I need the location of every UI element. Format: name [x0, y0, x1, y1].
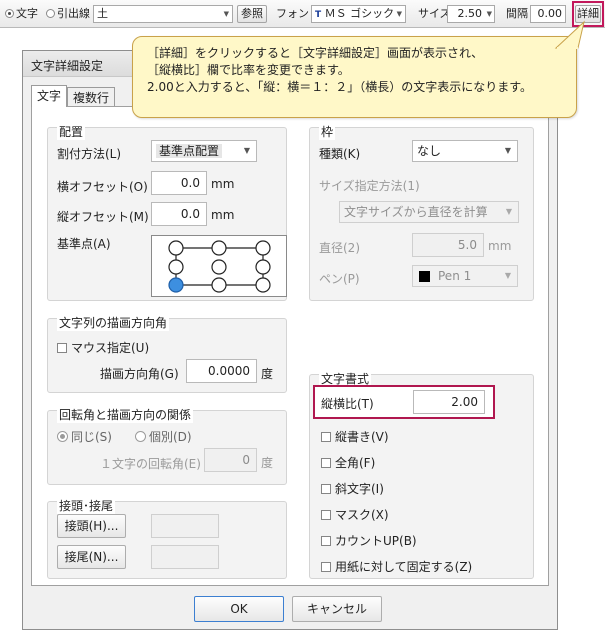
checkbox-icon — [321, 484, 331, 494]
pen-color-swatch-icon — [419, 271, 430, 282]
size-method-label: サイズ指定方法(1) — [319, 179, 420, 193]
diameter-label: 直径(2) — [319, 241, 360, 255]
fix-to-paper-checkbox[interactable]: 用紙に対して固定する(Z) — [321, 558, 472, 575]
mouse-checkbox[interactable]: マウス指定(U) — [57, 339, 149, 356]
size-label: サイズ — [418, 7, 451, 20]
reference-button[interactable]: 参照 — [237, 5, 267, 23]
base-point-grid[interactable] — [151, 235, 287, 297]
x-offset-input[interactable]: 0.0 — [151, 171, 207, 195]
layout-legend: 配置 — [57, 123, 86, 140]
chevron-down-icon: ▼ — [504, 271, 511, 280]
pen-select[interactable]: Pen 1 ▼ — [412, 265, 518, 287]
prefix-suffix-legend: 接頭･接尾 — [57, 497, 116, 514]
ok-button[interactable]: OK — [194, 596, 284, 622]
mode-leader-radio[interactable]: 引出線 — [46, 7, 90, 21]
chevron-down-icon: ▼ — [505, 207, 512, 216]
chevron-down-icon: ▼ — [396, 10, 402, 18]
radio-icon — [46, 9, 55, 18]
chevron-down-icon: ▼ — [504, 146, 511, 155]
diameter-unit: mm — [488, 239, 512, 253]
tab-text[interactable]: 文字 — [31, 85, 67, 107]
tab-multiline[interactable]: 複数行 — [67, 87, 115, 107]
x-offset-label: 横オフセット(O) — [57, 180, 148, 194]
callout-line-2: ［縦横比］欄で比率を変更できます。 — [147, 63, 350, 77]
font-select[interactable]: T ＭＳ ゴシック ▼ — [311, 5, 406, 23]
checkbox-icon — [321, 432, 331, 442]
frame-type-label: 種類(K) — [319, 147, 361, 161]
same-radio[interactable]: 同じ(S) — [57, 428, 112, 445]
direction-legend: 文字列の描画方向角 — [57, 314, 170, 331]
dialog-title: 文字詳細設定 — [31, 59, 104, 73]
instruction-callout: ［詳細］をクリックすると［文字詳細設定］画面が表示され、 ［縦横比］欄で比率を変… — [132, 36, 577, 118]
italic-checkbox[interactable]: 斜文字(I) — [321, 480, 384, 497]
char-angle-label: １文字の回転角(E) — [100, 457, 201, 471]
frame-legend: 枠 — [319, 123, 336, 140]
radio-icon — [135, 431, 146, 442]
mask-checkbox[interactable]: マスク(X) — [321, 506, 389, 523]
method-select[interactable]: 基準点配置 ▼ — [151, 140, 257, 162]
suffix-button[interactable]: 接尾(N)... — [57, 545, 126, 569]
angle-input[interactable]: 0.0000 — [186, 359, 257, 383]
cancel-button[interactable]: キャンセル — [292, 596, 382, 622]
base-point-label: 基準点(A) — [57, 237, 111, 251]
fullwidth-checkbox[interactable]: 全角(F) — [321, 454, 375, 471]
text-input[interactable]: 土 ▼ — [93, 5, 233, 23]
callout-pointer-icon — [554, 20, 585, 49]
size-input[interactable]: 2.50 ▼ — [447, 5, 495, 23]
chevron-down-icon: ▼ — [243, 146, 250, 155]
checkbox-icon — [321, 458, 331, 468]
chevron-down-icon: ▼ — [223, 10, 229, 18]
truetype-font-icon: T — [315, 10, 322, 20]
ratio-input[interactable]: 2.00 — [413, 390, 485, 414]
angle-unit: 度 — [261, 367, 274, 381]
prefix-value-box — [151, 514, 219, 538]
checkbox-icon — [321, 562, 331, 572]
callout-line-1: ［詳細］をクリックすると［文字詳細設定］画面が表示され、 — [147, 46, 484, 60]
ratio-highlight: 縦横比(T) 2.00 — [313, 385, 495, 419]
diameter-input[interactable]: 5.0 — [412, 233, 484, 257]
rotation-legend: 回転角と描画方向の関係 — [57, 406, 194, 423]
size-method-select[interactable]: 文字サイズから直径を計算 ▼ — [339, 201, 519, 223]
checkbox-icon — [321, 510, 331, 520]
radio-selected-icon — [57, 431, 68, 442]
char-angle-unit: 度 — [261, 456, 274, 470]
count-up-checkbox[interactable]: カウントUP(B) — [321, 532, 417, 549]
checkbox-icon — [321, 536, 331, 546]
text-detail-dialog: 文字詳細設定 文字 複数行 配置 割付方法(L) 基準点配置 ▼ 横オフセット(… — [22, 50, 558, 630]
vertical-writing-checkbox[interactable]: 縦書き(V) — [321, 428, 389, 445]
y-offset-input[interactable]: 0.0 — [151, 202, 207, 226]
chevron-down-icon: ▼ — [486, 10, 492, 18]
checkbox-icon — [57, 343, 67, 353]
y-offset-unit: mm — [211, 208, 235, 222]
frame-type-select[interactable]: なし ▼ — [412, 140, 518, 162]
prefix-button[interactable]: 接頭(H)... — [57, 514, 126, 538]
suffix-value-box — [151, 545, 219, 569]
callout-line-3: 2.00と入力すると、｢縦：横＝１：２｣（横長）の文字表示になります。 — [147, 80, 533, 94]
tab-panel: 配置 割付方法(L) 基準点配置 ▼ 横オフセット(O) 0.0 mm 縦オフセ… — [31, 106, 549, 586]
ratio-label: 縦横比(T) — [321, 397, 374, 411]
text-toolbar: 文字 引出線 土 ▼ 参照 フォント T ＭＳ ゴシック ▼ サイズ 2.50 … — [0, 0, 605, 28]
angle-label: 描画方向角(G) — [100, 367, 179, 381]
method-label: 割付方法(L) — [57, 147, 122, 161]
char-angle-input[interactable]: 0 — [204, 448, 257, 472]
pen-label: ペン(P) — [319, 272, 360, 286]
spacing-label: 間隔 — [506, 7, 528, 20]
y-offset-label: 縦オフセット(M) — [57, 210, 149, 224]
separate-radio[interactable]: 個別(D) — [135, 428, 192, 445]
radio-icon — [5, 9, 14, 18]
mode-text-radio[interactable]: 文字 — [5, 7, 38, 21]
x-offset-unit: mm — [211, 177, 235, 191]
